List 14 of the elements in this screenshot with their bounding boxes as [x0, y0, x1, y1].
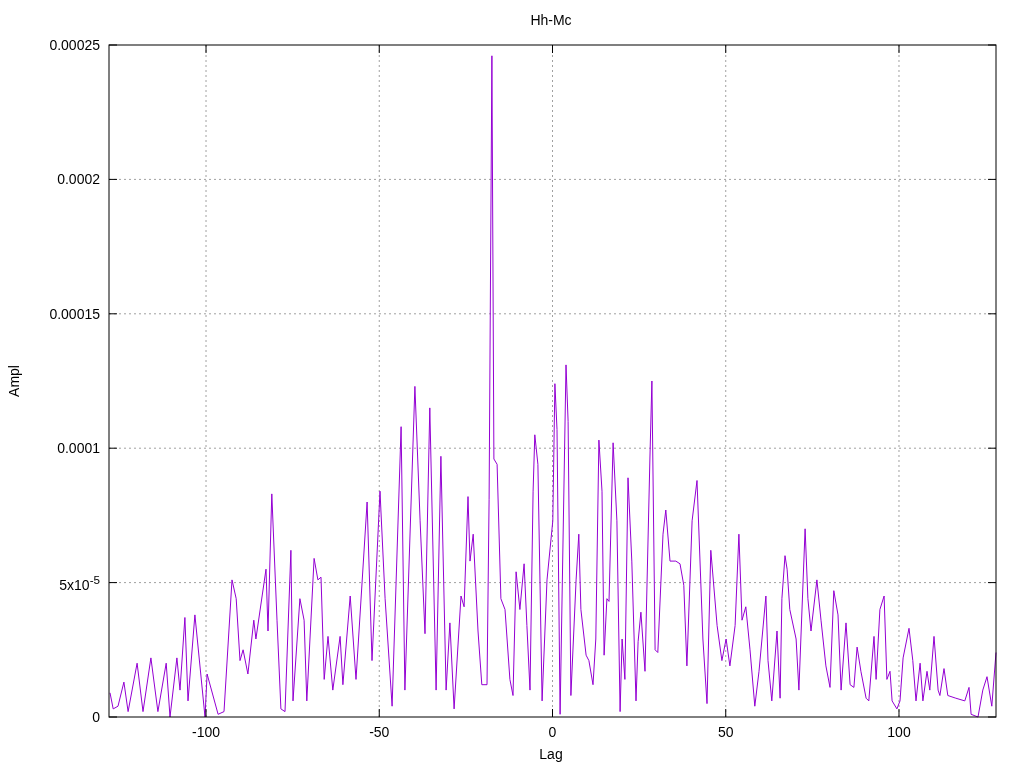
tick-label: 0 [548, 724, 557, 740]
tick-label: 0.00015 [49, 305, 100, 322]
tick-label: 100 [887, 724, 911, 740]
tick-label: -50 [369, 724, 390, 740]
axis-title: Ampl [6, 365, 22, 397]
tick-label: 0 [92, 709, 100, 725]
tick-label: 0.00025 [49, 37, 100, 53]
tick-label: 0.0001 [57, 440, 100, 457]
tick-label: 0.0002 [57, 171, 100, 188]
tick-label: -100 [192, 724, 221, 740]
tick-label: 5x10$^{-5}$ [59, 572, 100, 593]
axis-title: Lag [539, 746, 563, 762]
tick-label: 50 [717, 724, 734, 740]
chart-title: Hh-Mc [530, 12, 572, 28]
